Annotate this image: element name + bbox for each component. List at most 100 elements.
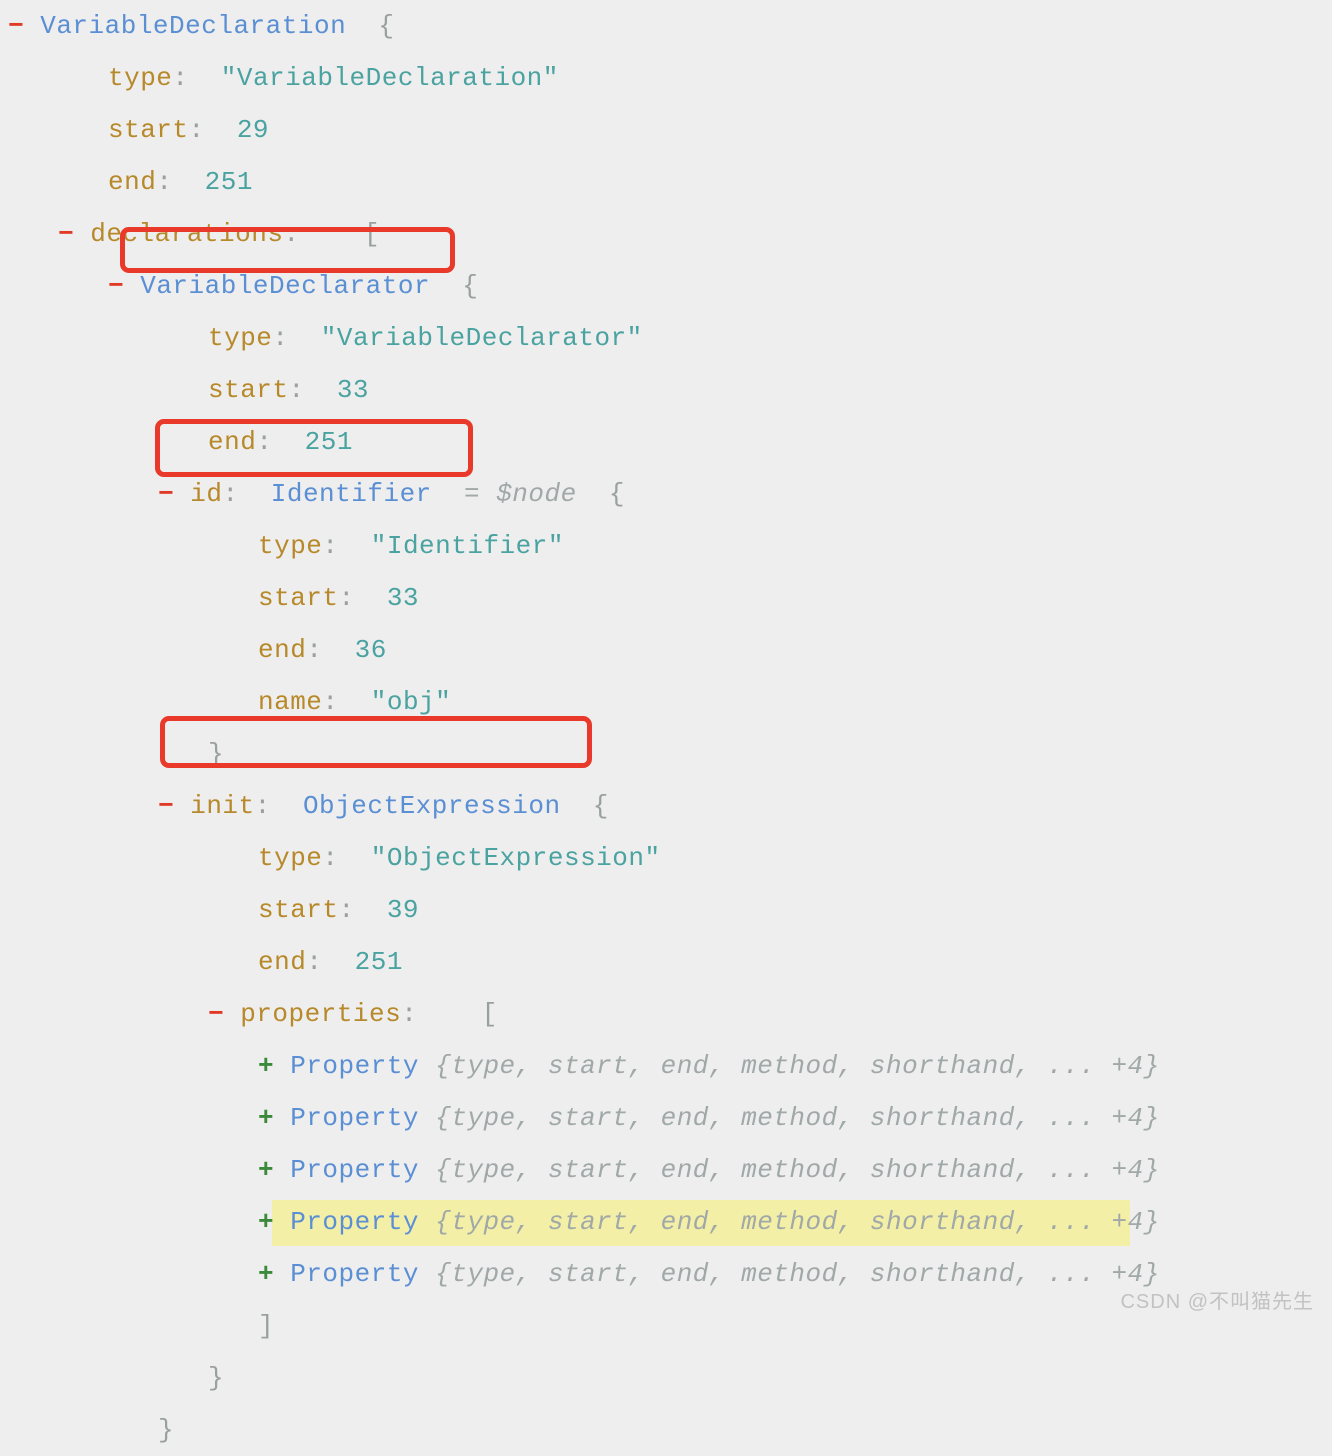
- tree-line[interactable]: + Property {type, start, end, method, sh…: [0, 1092, 1332, 1144]
- tree-line[interactable]: start: 39: [0, 884, 1332, 936]
- property-value: 33: [336, 375, 370, 405]
- tree-line[interactable]: − properties: [: [0, 988, 1332, 1040]
- tree-line[interactable]: − VariableDeclaration {: [0, 0, 1332, 52]
- ast-tree: − VariableDeclaration {type: "VariableDe…: [0, 0, 1332, 1456]
- bracket-token: }: [208, 739, 225, 769]
- tree-line[interactable]: type: "ObjectExpression": [0, 832, 1332, 884]
- expand-toggle-icon[interactable]: +: [258, 1155, 290, 1185]
- bracket-token: {: [576, 479, 626, 509]
- bracket-token: [: [331, 219, 381, 249]
- bracket-token: }: [208, 1363, 225, 1393]
- tree-line[interactable]: + Property {type, start, end, method, sh…: [0, 1144, 1332, 1196]
- collapse-toggle-icon[interactable]: −: [58, 219, 90, 249]
- tree-line[interactable]: type: "VariableDeclarator": [0, 312, 1332, 364]
- tree-line[interactable]: − init: ObjectExpression {: [0, 780, 1332, 832]
- tree-line[interactable]: − declarations: [: [0, 208, 1332, 260]
- tree-line[interactable]: − id: Identifier = $node {: [0, 468, 1332, 520]
- property-key: start: [258, 895, 339, 925]
- tree-line[interactable]: + Property {type, start, end, method, sh…: [0, 1040, 1332, 1092]
- node-type-label[interactable]: Property: [290, 1207, 419, 1237]
- bracket-token: [: [449, 999, 498, 1029]
- property-key: init: [190, 791, 255, 821]
- tree-line[interactable]: type: "VariableDeclaration": [0, 52, 1332, 104]
- property-value: "VariableDeclarator": [320, 323, 643, 353]
- bracket-token: {: [346, 11, 395, 41]
- property-value: 29: [236, 115, 270, 145]
- property-key: end: [258, 947, 307, 977]
- collapse-toggle-icon[interactable]: −: [8, 11, 40, 41]
- property-key: start: [208, 375, 289, 405]
- property-value: "ObjectExpression": [370, 843, 661, 873]
- expand-toggle-icon[interactable]: +: [258, 1207, 290, 1237]
- assign-operator: =: [431, 479, 497, 509]
- node-type-label[interactable]: Identifier: [271, 479, 432, 509]
- property-key: properties: [240, 999, 402, 1029]
- colon-separator: :: [283, 219, 332, 249]
- colon-separator: :: [338, 895, 387, 925]
- tree-line[interactable]: start: 33: [0, 572, 1332, 624]
- tree-line[interactable]: end: 251: [0, 156, 1332, 208]
- colon-separator: :: [172, 63, 221, 93]
- colon-separator: :: [288, 375, 337, 405]
- node-type-label[interactable]: Property: [290, 1103, 419, 1133]
- tree-line[interactable]: end: 251: [0, 416, 1332, 468]
- property-value: "Identifier": [370, 531, 564, 561]
- tree-line[interactable]: + Property {type, start, end, method, sh…: [0, 1196, 1332, 1248]
- property-key: id: [190, 479, 223, 509]
- assigned-variable: $node: [496, 479, 577, 509]
- colon-separator: :: [322, 843, 371, 873]
- expand-toggle-icon[interactable]: +: [258, 1259, 290, 1289]
- bracket-token: ]: [258, 1311, 275, 1341]
- node-type-label[interactable]: VariableDeclarator: [140, 271, 430, 301]
- colon-separator: :: [401, 999, 450, 1029]
- bracket-token: {: [560, 791, 609, 821]
- tree-line[interactable]: }: [0, 1352, 1332, 1404]
- property-key: end: [208, 427, 257, 457]
- node-preview: {type, start, end, method, shorthand, ..…: [419, 1207, 1160, 1237]
- expand-toggle-icon[interactable]: +: [258, 1051, 290, 1081]
- colon-separator: :: [254, 791, 303, 821]
- property-value: 36: [354, 635, 387, 665]
- collapse-toggle-icon[interactable]: −: [158, 791, 190, 821]
- property-key: end: [108, 167, 157, 197]
- property-key: name: [258, 687, 323, 717]
- node-type-label[interactable]: VariableDeclaration: [40, 11, 346, 41]
- property-value: 251: [204, 167, 253, 197]
- colon-separator: :: [306, 947, 355, 977]
- node-type-label[interactable]: Property: [290, 1051, 419, 1081]
- node-preview: {type, start, end, method, shorthand, ..…: [419, 1259, 1160, 1289]
- watermark: CSDN @不叫猫先生: [1120, 1291, 1314, 1313]
- node-preview: {type, start, end, method, shorthand, ..…: [419, 1051, 1160, 1081]
- property-value: 251: [304, 427, 353, 457]
- colon-separator: :: [222, 479, 271, 509]
- bracket-token: }: [158, 1415, 175, 1445]
- tree-line[interactable]: type: "Identifier": [0, 520, 1332, 572]
- node-type-label[interactable]: Property: [290, 1155, 419, 1185]
- property-key: start: [108, 115, 189, 145]
- node-preview: {type, start, end, method, shorthand, ..…: [419, 1155, 1160, 1185]
- colon-separator: :: [306, 635, 355, 665]
- property-key: type: [258, 531, 323, 561]
- property-value: 33: [386, 583, 420, 613]
- expand-toggle-icon[interactable]: +: [258, 1103, 290, 1133]
- colon-separator: :: [256, 427, 305, 457]
- tree-line[interactable]: }: [0, 728, 1332, 780]
- node-type-label[interactable]: ObjectExpression: [303, 791, 561, 821]
- colon-separator: :: [156, 167, 205, 197]
- tree-line[interactable]: − VariableDeclarator {: [0, 260, 1332, 312]
- property-key: type: [108, 63, 173, 93]
- tree-line[interactable]: end: 251: [0, 936, 1332, 988]
- tree-line[interactable]: name: "obj": [0, 676, 1332, 728]
- collapse-toggle-icon[interactable]: −: [108, 271, 140, 301]
- colon-separator: :: [322, 687, 371, 717]
- property-key: type: [208, 323, 273, 353]
- tree-line[interactable]: start: 29: [0, 104, 1332, 156]
- collapse-toggle-icon[interactable]: −: [158, 479, 190, 509]
- tree-line[interactable]: }: [0, 1404, 1332, 1456]
- collapse-toggle-icon[interactable]: −: [208, 999, 240, 1029]
- colon-separator: :: [272, 323, 321, 353]
- tree-line[interactable]: start: 33: [0, 364, 1332, 416]
- node-type-label[interactable]: Property: [290, 1259, 419, 1289]
- property-value: 39: [386, 895, 420, 925]
- tree-line[interactable]: end: 36: [0, 624, 1332, 676]
